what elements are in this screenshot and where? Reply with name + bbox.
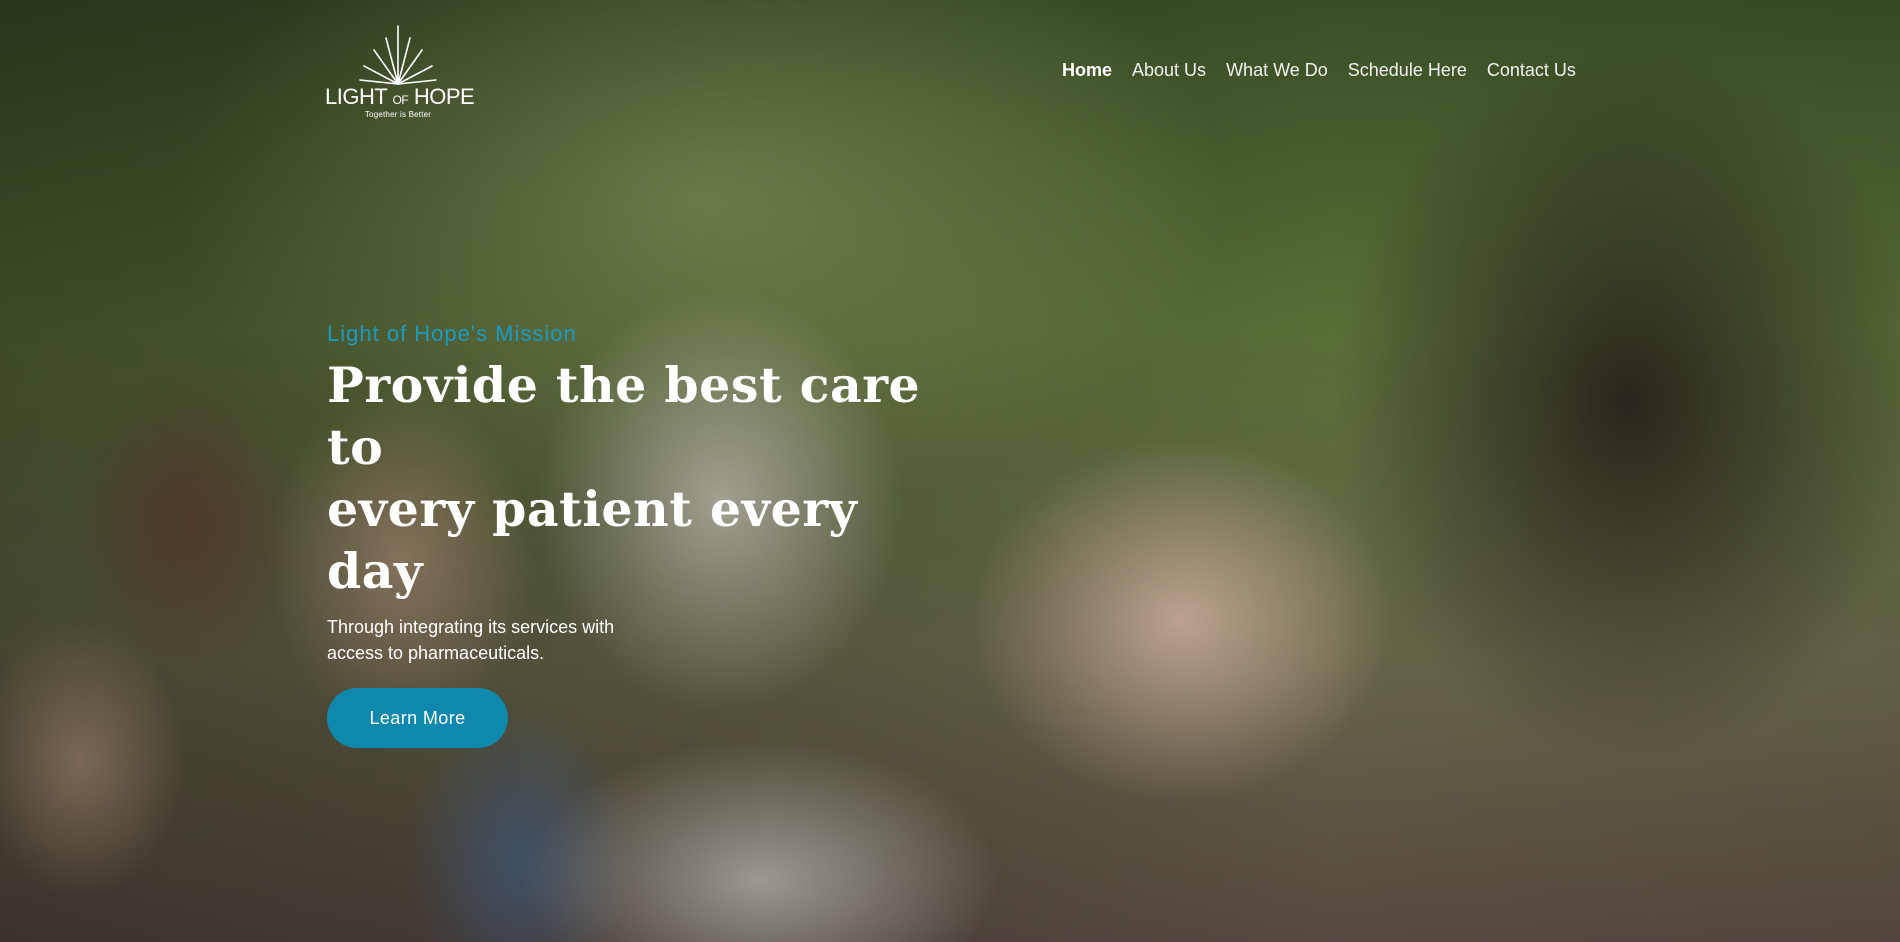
nav-item-home[interactable]: Home [1062, 58, 1112, 82]
hero-headline-line-1: Provide the best care to [327, 356, 921, 476]
logo-word-of: OF [392, 93, 409, 107]
logo-word-light: LIGHT [325, 84, 387, 109]
learn-more-button[interactable]: Learn More [327, 688, 508, 748]
nav-item-contact-us[interactable]: Contact Us [1487, 58, 1576, 82]
site-logo[interactable]: LIGHT OF HOPE Together is Better [325, 24, 475, 124]
nav-item-about-us[interactable]: About Us [1132, 58, 1206, 82]
hero-description-line-2: access to pharmaceuticals. [327, 643, 545, 663]
nav-item-schedule-here[interactable]: Schedule Here [1348, 58, 1467, 82]
main-navigation: Home About Us What We Do Schedule Here C… [1062, 58, 1576, 82]
nav-item-what-we-do[interactable]: What We Do [1226, 58, 1328, 82]
hero-content: Light of Hope's Mission Provide the best… [327, 320, 967, 748]
logo-tagline: Together is Better [364, 110, 432, 119]
logo-word-hope: HOPE [413, 84, 475, 109]
hero-headline-line-2: every patient every day [327, 480, 858, 600]
hero-section: LIGHT OF HOPE Together is Better Home Ab… [0, 0, 1900, 942]
hero-headline: Provide the best care to every patient e… [327, 354, 967, 602]
hero-description: Through integrating its services with ac… [327, 614, 647, 666]
logo-wordmark: LIGHT OF HOPE [325, 84, 475, 111]
sunburst-icon [359, 25, 437, 85]
mission-eyebrow: Light of Hope's Mission [327, 321, 577, 346]
hero-description-line-1: Through integrating its services with [327, 617, 615, 637]
